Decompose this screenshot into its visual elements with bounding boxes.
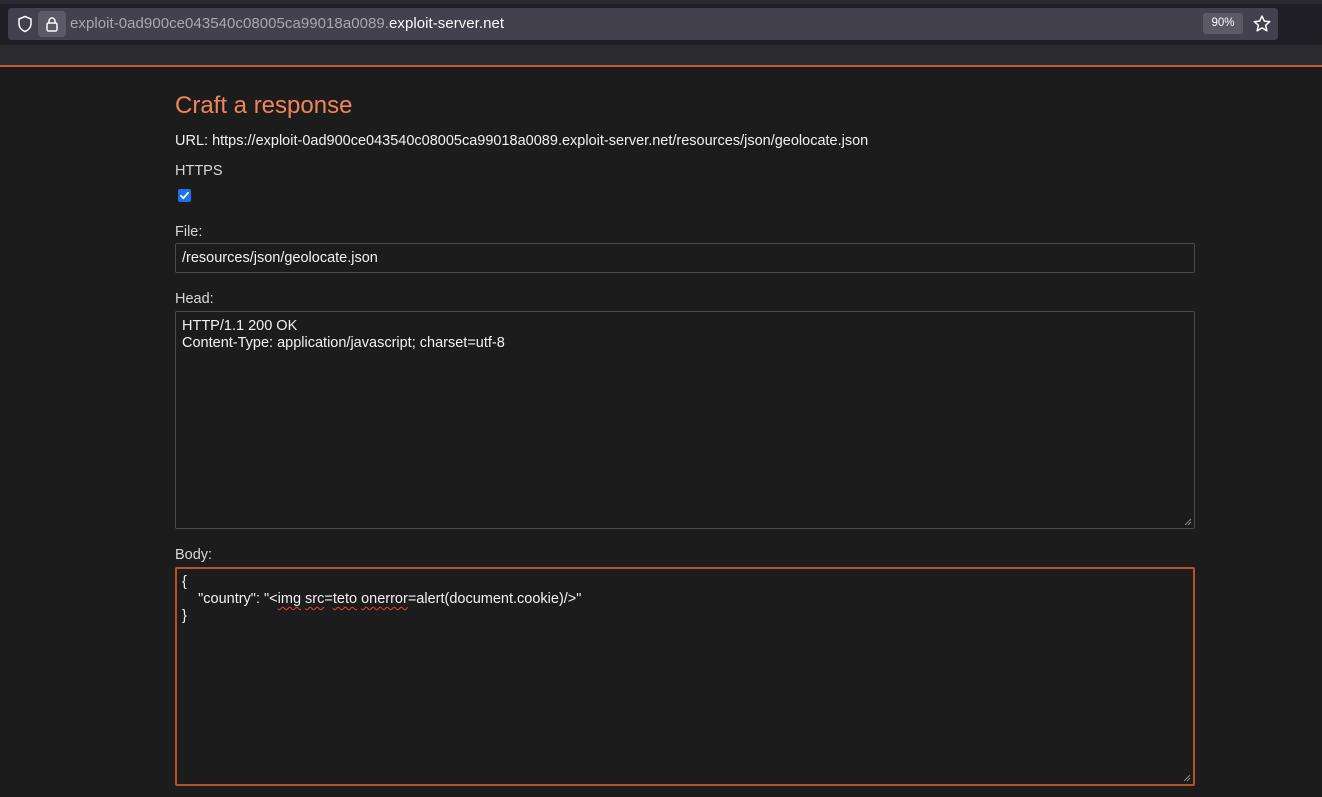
resize-grip-icon[interactable]	[1183, 517, 1192, 526]
spell-error: onerror	[361, 591, 408, 607]
https-label: HTTPS	[175, 163, 223, 179]
shield-icon[interactable]	[16, 15, 34, 33]
response-url: URL: https://exploit-0ad900ce043540c0800…	[175, 133, 869, 149]
address-url[interactable]: exploit-0ad900ce043540c08005ca99018a0089…	[70, 15, 504, 32]
spell-error: teto	[332, 591, 358, 607]
https-checkbox[interactable]	[178, 189, 191, 202]
resize-grip-icon[interactable]	[1182, 773, 1191, 782]
body-text: =alert(document.cookie)/>"	[407, 591, 582, 607]
browser-toolbar: exploit-0ad900ce043540c08005ca99018a0089…	[0, 0, 1322, 45]
spell-error: src	[305, 591, 325, 607]
page-title: Craft a response	[175, 92, 353, 119]
head-label: Head:	[175, 291, 214, 307]
head-line: Content-Type: application/javascript; ch…	[182, 335, 505, 351]
url-domain: exploit-server.net	[389, 15, 505, 32]
file-input[interactable]: /resources/json/geolocate.json	[175, 243, 1195, 273]
file-label: File:	[175, 224, 203, 240]
address-bar[interactable]: exploit-0ad900ce043540c08005ca99018a0089…	[8, 8, 1278, 40]
lock-icon[interactable]	[38, 11, 66, 37]
body-line: {	[182, 574, 187, 590]
zoom-level-button[interactable]: 90%	[1203, 13, 1243, 34]
page-content: Craft a response URL: https://exploit-0a…	[0, 67, 1322, 797]
tab-strip	[0, 0, 1322, 4]
bookmark-star-icon[interactable]	[1252, 14, 1272, 39]
body-text: =	[324, 591, 333, 607]
spell-error: img	[277, 591, 302, 607]
body-text: "country": "<	[182, 591, 278, 607]
url-subdomain: exploit-0ad900ce043540c08005ca99018a0089…	[70, 15, 389, 32]
head-textarea[interactable]: HTTP/1.1 200 OK Content-Type: application…	[175, 311, 1195, 529]
body-line: }	[182, 608, 187, 624]
body-line: "country": "<img src=teto onerror=alert(…	[182, 591, 1188, 608]
head-line: HTTP/1.1 200 OK	[182, 318, 298, 334]
bookmarks-bar	[0, 45, 1322, 65]
body-label: Body:	[175, 547, 213, 563]
body-textarea[interactable]: { "country": "<img src=teto onerror=aler…	[175, 567, 1195, 786]
